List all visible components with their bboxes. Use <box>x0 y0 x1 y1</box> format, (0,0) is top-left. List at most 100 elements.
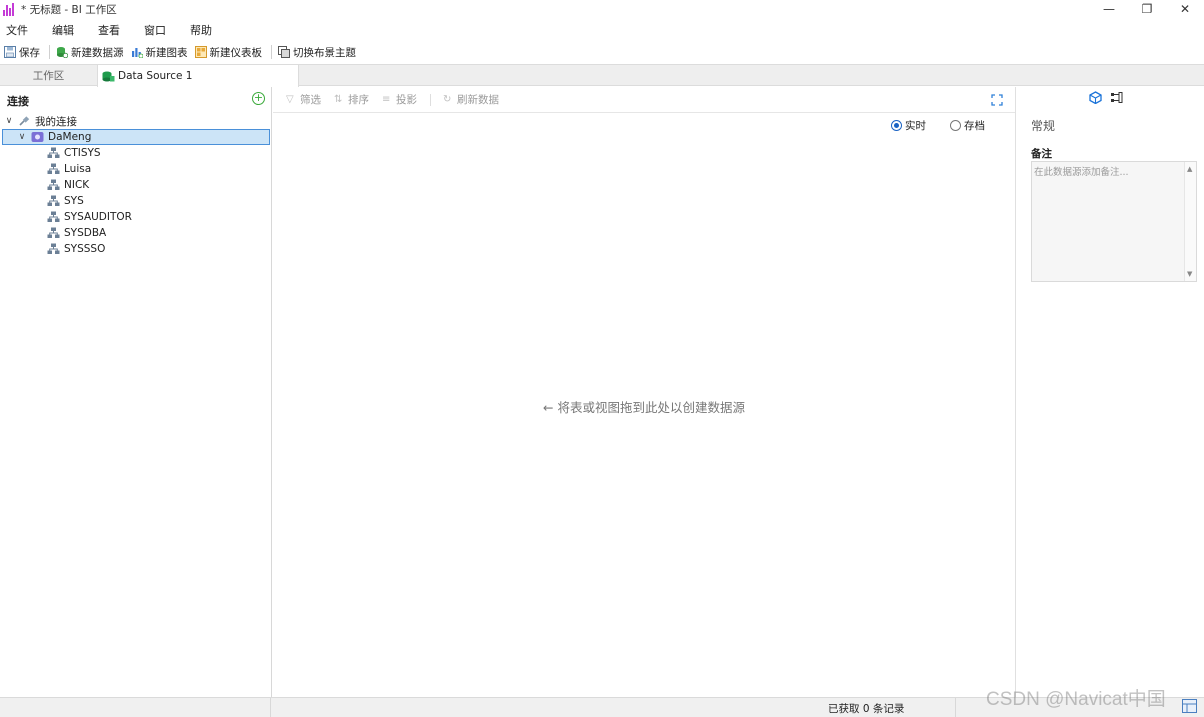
sort-icon: ⇅ <box>334 94 343 105</box>
tree-connection-dameng[interactable]: ∨ DaMeng <box>2 129 270 145</box>
radio-archive-dot[interactable] <box>950 120 961 131</box>
toolbar-divider <box>430 93 431 106</box>
scroll-up-icon[interactable]: ▲ <box>1187 165 1192 173</box>
schema-icon <box>47 211 60 222</box>
menu-view[interactable]: 查看 <box>98 22 120 38</box>
maximize-button[interactable]: ❐ <box>1128 0 1166 18</box>
properties-tabs <box>1089 91 1123 104</box>
layout-icon[interactable] <box>1182 699 1197 713</box>
window-title: * 无标题 - BI 工作区 <box>21 3 117 16</box>
refresh-label: 刷新数据 <box>457 94 499 106</box>
section-general: 常规 <box>1031 119 1056 133</box>
dashboard-add-icon <box>194 46 207 58</box>
save-button[interactable]: 保存 <box>4 45 40 60</box>
tab-workspace-label: 工作区 <box>32 70 65 82</box>
tree-group-label: 我的连接 <box>35 115 77 128</box>
status-records: 已获取 0 条记录 <box>828 703 905 715</box>
menu-bar: 文件 编辑 查看 窗口 帮助 <box>0 20 1204 40</box>
fullscreen-icon[interactable] <box>991 94 1003 106</box>
schema-icon <box>47 179 60 190</box>
cube-icon[interactable] <box>1089 91 1102 104</box>
sort-label: 排序 <box>348 94 369 106</box>
floppy-icon <box>4 46 16 58</box>
notes-scrollbar[interactable]: ▲ ▼ <box>1184 162 1196 281</box>
tree-group-my-connections[interactable]: ∨ 我的连接 <box>4 113 77 129</box>
bar-chart-icon <box>3 2 17 16</box>
menu-edit[interactable]: 编辑 <box>52 22 74 38</box>
schema-icon <box>47 243 60 254</box>
drop-hint: ← 将表或视图拖到此处以创建数据源 <box>273 397 1015 416</box>
schema-label: SYSSSO <box>64 243 106 255</box>
schema-icon <box>47 195 60 206</box>
toolbar-divider <box>49 45 50 59</box>
theme-icon <box>278 46 290 58</box>
mode-radio-group: 实时 存档 <box>875 118 985 133</box>
refresh-button[interactable]: ↻ 刷新数据 <box>443 92 499 107</box>
menu-help[interactable]: 帮助 <box>190 22 212 38</box>
notes-textarea[interactable]: 在此数据源添加备注... ▲ ▼ <box>1031 161 1197 282</box>
schema-icon <box>47 163 60 174</box>
add-connection-button[interactable]: + <box>252 92 265 105</box>
sort-button[interactable]: ⇅ 排序 <box>334 92 369 107</box>
datasource-canvas[interactable]: ▽ 筛选 ⇅ 排序 ≡ 投影 ↻ 刷新数据 实时 存档 ← 将表或视图拖到此处以… <box>273 87 1015 697</box>
switch-theme-label: 切换布景主题 <box>293 46 356 59</box>
properties-panel: 常规 备注 在此数据源添加备注... ▲ ▼ <box>1015 87 1204 697</box>
arrow-left-icon: ← <box>543 400 554 415</box>
notes-placeholder: 在此数据源添加备注... <box>1034 167 1129 178</box>
radio-live-dot[interactable] <box>891 120 902 131</box>
new-datasource-label: 新建数据源 <box>71 46 124 59</box>
schema-label: NICK <box>64 179 90 191</box>
new-chart-label: 新建图表 <box>145 46 188 59</box>
menu-window[interactable]: 窗口 <box>144 22 166 38</box>
refresh-icon: ↻ <box>443 94 452 105</box>
tree-schema-item[interactable]: NICK <box>47 177 89 193</box>
columns-icon: ≡ <box>382 94 391 105</box>
close-button[interactable]: ✕ <box>1166 0 1204 18</box>
connection-header: 连接 <box>7 95 29 108</box>
tab-datasource[interactable]: Data Source 1 <box>97 65 299 87</box>
schema-label: CTISYS <box>64 147 101 159</box>
tab-bar: 工作区 Data Source 1 <box>0 64 1204 87</box>
tab-workspace[interactable]: 工作区 <box>0 65 97 86</box>
new-dashboard-button[interactable]: 新建仪表板 <box>194 45 263 60</box>
datasource-add-icon <box>57 47 68 58</box>
schema-icon <box>47 147 60 158</box>
filter-label: 筛选 <box>300 94 321 106</box>
radio-archive-label: 存档 <box>964 120 985 132</box>
switch-theme-button[interactable]: 切换布景主题 <box>278 45 356 60</box>
radio-archive[interactable]: 存档 <box>950 118 985 133</box>
drop-hint-text: 将表或视图拖到此处以创建数据源 <box>557 400 745 415</box>
chevron-down-icon[interactable]: ∨ <box>4 116 14 126</box>
radio-live-label: 实时 <box>905 120 926 132</box>
properties-icon[interactable] <box>1110 91 1123 104</box>
new-datasource-button[interactable]: 新建数据源 <box>56 45 124 60</box>
new-chart-button[interactable]: 新建图表 <box>131 45 188 60</box>
dameng-icon <box>31 132 44 142</box>
schema-label: SYSDBA <box>64 227 107 239</box>
minimize-button[interactable]: — <box>1090 0 1128 18</box>
chevron-down-icon[interactable]: ∨ <box>17 132 27 142</box>
save-label: 保存 <box>19 46 40 59</box>
tree-schema-item[interactable]: CTISYS <box>47 145 101 161</box>
schema-label: SYSAUDITOR <box>64 211 132 223</box>
filter-button[interactable]: ▽ 筛选 <box>286 92 321 107</box>
menu-file[interactable]: 文件 <box>6 22 28 38</box>
tree-schema-item[interactable]: SYSDBA <box>47 225 106 241</box>
tree-schema-item[interactable]: SYS <box>47 193 84 209</box>
radio-live[interactable]: 实时 <box>891 118 926 133</box>
schema-icon <box>47 227 60 238</box>
tree-schema-item[interactable]: Luisa <box>47 161 91 177</box>
canvas-toolbar: ▽ 筛选 ⇅ 排序 ≡ 投影 ↻ 刷新数据 <box>273 87 1015 113</box>
scroll-down-icon[interactable]: ▼ <box>1187 270 1192 278</box>
project-button[interactable]: ≡ 投影 <box>382 92 417 107</box>
new-dashboard-label: 新建仪表板 <box>209 46 263 59</box>
datasource-icon <box>102 71 115 81</box>
schema-label: Luisa <box>64 163 92 175</box>
status-segment <box>0 698 271 717</box>
tree-schema-item[interactable]: SYSSSO <box>47 241 105 257</box>
tree-connection-label: DaMeng <box>48 131 92 143</box>
filter-icon: ▽ <box>286 94 294 105</box>
tree-schema-item[interactable]: SYSAUDITOR <box>47 209 132 225</box>
project-label: 投影 <box>396 94 417 106</box>
watermark: CSDN @Navicat中国 <box>986 689 1166 710</box>
